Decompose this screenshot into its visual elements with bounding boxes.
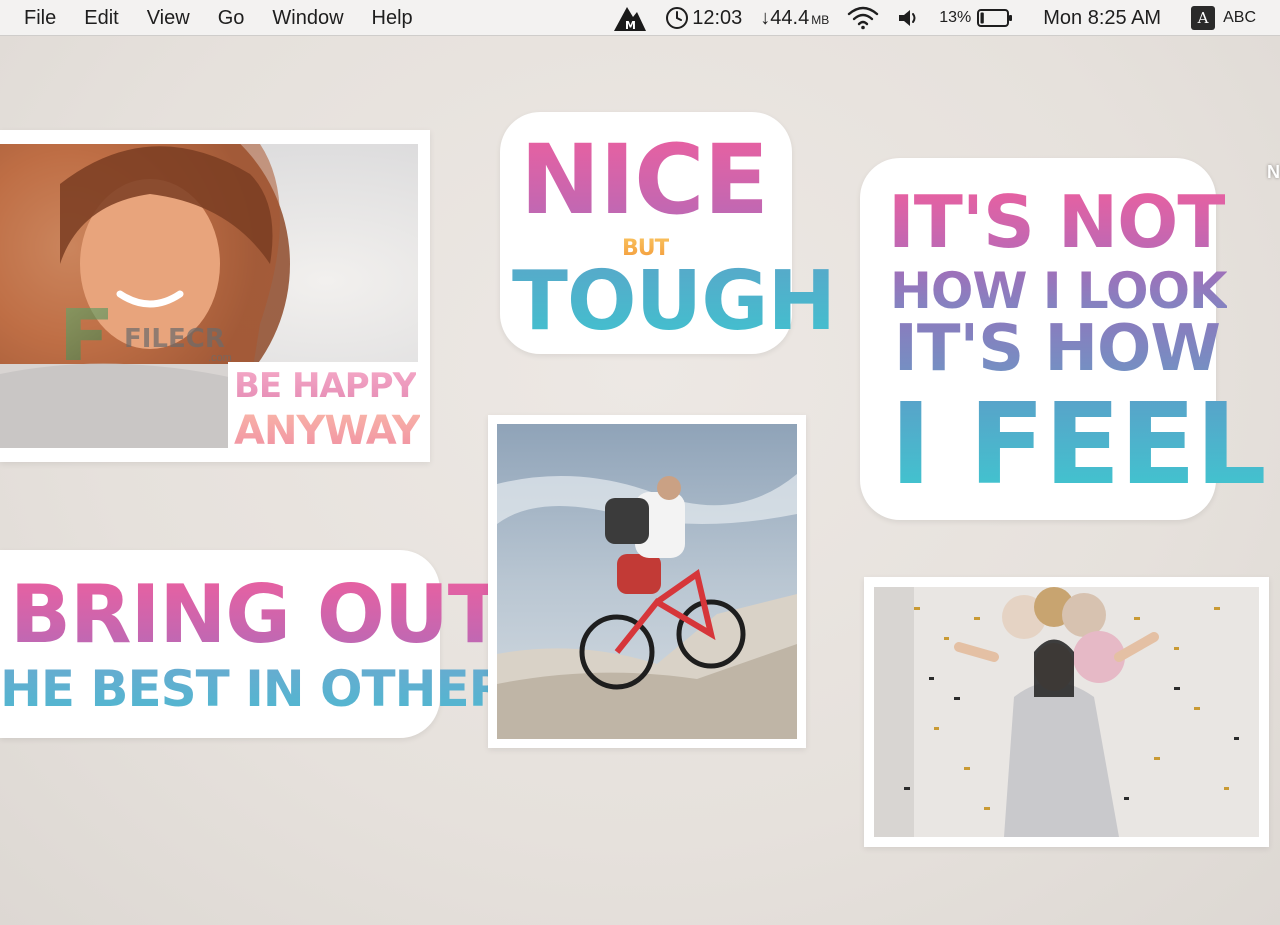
bring-out-sticker[interactable]: BRING OUT HE BEST IN OTHERS: [0, 550, 542, 738]
menu-view[interactable]: View: [133, 0, 204, 36]
confetti-illustration: [874, 587, 1259, 837]
battery-fill: [980, 12, 985, 24]
cyclist-photo-sticker[interactable]: [488, 415, 806, 748]
mountain-app-icon[interactable]: M: [613, 0, 647, 36]
network-speed: ↓44.4: [760, 6, 810, 29]
be-happy-text: BE HAPPY: [234, 366, 417, 406]
edge-label: N: [1267, 162, 1280, 182]
status-tray: M 12:03 ↓44.4 MB 13% Mon 8:25 AM A ABC: [613, 0, 1280, 36]
network-unit: MB: [811, 13, 830, 27]
cyclist-illustration: [497, 424, 797, 739]
battery-icon: [977, 9, 1013, 27]
svg-text:M: M: [625, 19, 636, 32]
input-source-label: ABC: [1223, 9, 1256, 26]
best-in-others-text: HE BEST IN OTHERS: [0, 660, 542, 718]
volume-icon[interactable]: [897, 0, 921, 36]
nice-but-tough-sticker[interactable]: NICE BUT TOUGH: [500, 112, 836, 354]
tough-text: TOUGH: [512, 254, 836, 349]
its-how-text: IT'S HOW: [894, 312, 1221, 386]
confetti-photo: [874, 587, 1259, 837]
i-feel-text: I FEEL: [890, 380, 1267, 510]
timer-widget[interactable]: 12:03: [665, 0, 742, 36]
input-source-widget[interactable]: A ABC: [1191, 0, 1256, 36]
wifi-icon[interactable]: [847, 0, 879, 36]
menu-list: File Edit View Go Window Help: [0, 0, 427, 35]
nice-text: NICE: [520, 124, 769, 236]
menu-file[interactable]: File: [0, 0, 70, 36]
menu-edit[interactable]: Edit: [70, 0, 132, 36]
network-monitor[interactable]: ↓44.4 MB: [760, 0, 829, 36]
anyway-text: ANYWAY: [234, 408, 421, 454]
confetti-photo-sticker[interactable]: [864, 577, 1269, 847]
menu-window[interactable]: Window: [258, 0, 357, 36]
bring-out-text: BRING OUT: [10, 568, 502, 661]
datetime-widget[interactable]: Mon 8:25 AM: [1043, 0, 1161, 36]
menu-bar: File Edit View Go Window Help M 12:03 ↓4…: [0, 0, 1280, 36]
input-source-badge-icon: A: [1191, 6, 1216, 30]
timer-text: 12:03: [692, 6, 743, 29]
woman-photo-sticker[interactable]: FILECR .com BE HAPPY ANYWAY: [0, 130, 430, 462]
its-not-how-i-look-sticker[interactable]: IT'S NOT HOW I LOOK IT'S HOW I FEEL: [860, 158, 1267, 520]
watermark-text: FILECR: [124, 324, 225, 354]
menu-go[interactable]: Go: [204, 0, 259, 36]
menu-help[interactable]: Help: [358, 0, 427, 36]
clock-icon: [666, 7, 689, 29]
cyclist-photo: [497, 424, 797, 739]
battery-widget[interactable]: 13%: [939, 0, 1013, 36]
battery-percent: 13%: [939, 9, 972, 26]
its-not-text: IT'S NOT: [888, 180, 1226, 264]
datetime-text: Mon 8:25 AM: [1043, 6, 1162, 29]
